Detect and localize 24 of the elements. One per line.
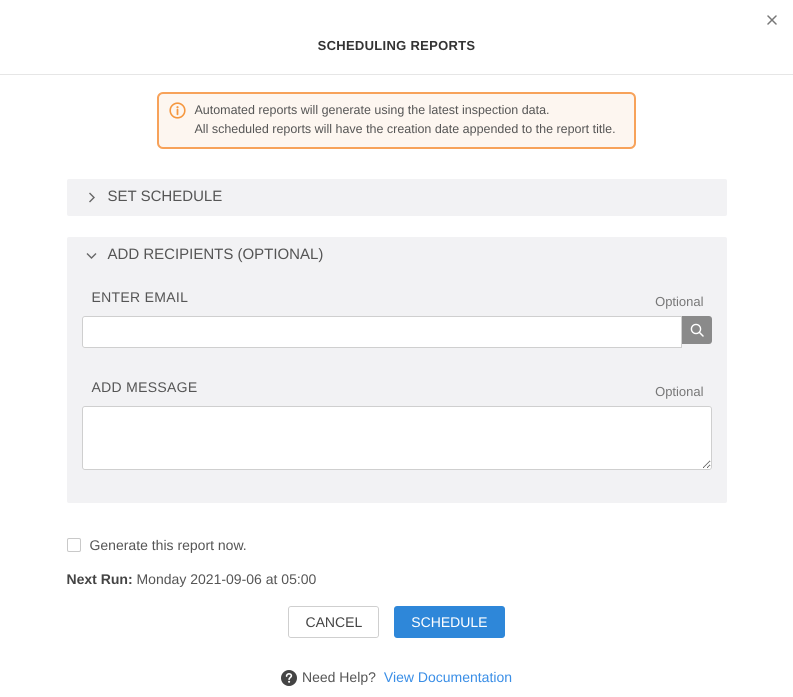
email-input-field[interactable] [82, 316, 682, 348]
message-textarea[interactable] [82, 406, 712, 470]
accordion-header[interactable]: SET SCHEDULE [66, 179, 726, 216]
optional-note: Optional [655, 382, 704, 401]
search-icon [690, 323, 704, 337]
documentation-link[interactable]: View Documentation [384, 667, 512, 688]
help-text: Need Help? [302, 668, 376, 687]
help-icon [280, 670, 297, 686]
next-run-text: Next Run: Monday 2021-09-06 at 05:00 [66, 570, 318, 588]
field-label: ENTER EMAIL [90, 288, 188, 307]
optional-note: Optional [655, 292, 704, 311]
alert-message: Automated reports will generate using the latest inspection data. [194, 102, 551, 119]
checkbox[interactable] [66, 538, 80, 552]
alert-message: All scheduled reports will have the creation date appended to the report title. [194, 121, 616, 138]
search-button[interactable] [682, 316, 712, 344]
accordion-header[interactable]: ADD RECIPIENTS (OPTIONAL) [66, 237, 726, 274]
close-icon [767, 15, 777, 25]
checkbox-label: Generate this report now. [90, 536, 247, 555]
field-label: ADD MESSAGE [90, 378, 198, 397]
cancel-button[interactable]: CANCEL [288, 606, 380, 638]
close-button[interactable] [767, 15, 777, 25]
info-icon [169, 102, 186, 119]
schedule-button[interactable]: SCHEDULE [394, 606, 505, 638]
dialog-title: SCHEDULING REPORTS [318, 37, 476, 55]
